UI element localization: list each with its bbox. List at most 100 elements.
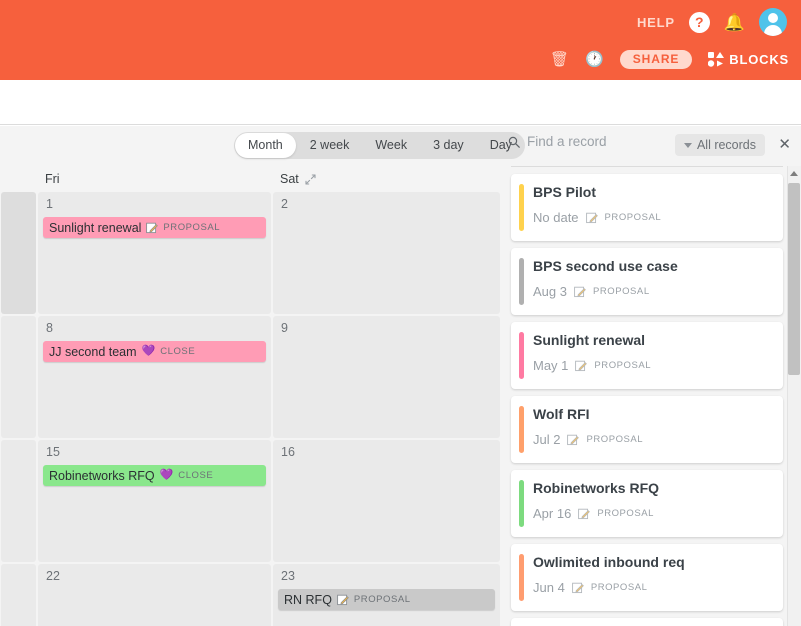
record-card[interactable]: Owlimited inbound req Jun 4 PROPOSAL xyxy=(511,544,783,611)
event-title: JJ second team xyxy=(49,344,137,359)
header-actions-secondary: 🗑 🕐 SHARE BLOCKS xyxy=(550,50,789,69)
record-meta: Aug 3 PROPOSAL xyxy=(533,284,650,299)
record-card[interactable] xyxy=(511,618,783,626)
record-card[interactable]: BPS Pilot No date PROPOSAL xyxy=(511,174,783,241)
expand-arrows-icon[interactable] xyxy=(305,173,316,185)
record-color-bar xyxy=(519,480,524,527)
header-actions-primary: HELP ? 🔔 xyxy=(637,8,787,36)
scroll-up-arrow-icon[interactable] xyxy=(790,171,798,176)
search-icon xyxy=(508,136,520,148)
calendar-day-cell[interactable] xyxy=(1,440,36,562)
heart-icon: 💜 xyxy=(141,345,156,357)
day-number: 16 xyxy=(281,445,295,459)
view-option-2week[interactable]: 2 week xyxy=(297,132,363,159)
record-type: PROPOSAL xyxy=(604,212,662,223)
record-date: No date xyxy=(533,210,579,225)
calendar-day-cell[interactable]: 9 xyxy=(273,316,500,438)
calendar-col-header-sat: Sat xyxy=(272,166,501,192)
record-card[interactable]: Sunlight renewal May 1 PROPOSAL xyxy=(511,322,783,389)
record-type: PROPOSAL xyxy=(590,582,648,593)
calendar-week-row: 8 JJ second team 💜 CLOSE 9 xyxy=(0,316,501,440)
calendar-col-header-fri: Fri xyxy=(37,166,272,192)
calendar-day-cell[interactable]: 22 xyxy=(38,564,271,626)
app-root: HELP ? 🔔 🗑 🕐 SHARE BLOCKS Month 2 week W… xyxy=(0,0,801,626)
calendar-event[interactable]: Sunlight renewal PROPOSAL xyxy=(43,217,266,238)
calendar-event[interactable]: JJ second team 💜 CLOSE xyxy=(43,341,266,362)
calendar-day-cell[interactable] xyxy=(1,192,36,314)
record-title: BPS Pilot xyxy=(533,184,597,200)
trash-icon[interactable]: 🗑 xyxy=(550,52,569,67)
view-mode-switch[interactable]: Month 2 week Week 3 day Day xyxy=(234,132,525,159)
search-input[interactable] xyxy=(527,134,697,149)
blocks-grid-icon xyxy=(708,52,725,67)
day-number: 1 xyxy=(46,197,53,211)
view-option-3day[interactable]: 3 day xyxy=(420,132,477,159)
calendar-event[interactable]: RN RFQ PROPOSAL xyxy=(278,589,495,610)
day-number: 2 xyxy=(281,197,288,211)
record-color-bar xyxy=(519,184,524,231)
notification-bell-icon[interactable]: 🔔 xyxy=(724,14,745,31)
history-clock-icon[interactable]: 🕐 xyxy=(585,52,604,67)
calendar-week-row: 22 23 RN RFQ PROPOSAL xyxy=(0,564,501,626)
calendar-day-cell[interactable]: 23 RN RFQ PROPOSAL xyxy=(273,564,500,626)
app-header: HELP ? 🔔 🗑 🕐 SHARE BLOCKS xyxy=(0,0,801,80)
record-filter-dropdown[interactable]: All records xyxy=(674,134,765,156)
record-date: Apr 16 xyxy=(533,506,572,521)
event-title: RN RFQ xyxy=(284,592,332,607)
note-icon xyxy=(585,212,598,223)
record-date: May 1 xyxy=(533,358,569,373)
event-title: Sunlight renewal xyxy=(49,220,142,235)
record-card[interactable]: Wolf RFI Jul 2 PROPOSAL xyxy=(511,396,783,463)
record-color-bar xyxy=(519,332,524,379)
calendar-day-cell[interactable]: 2 xyxy=(273,192,500,314)
calendar-header-row: Fri Sat xyxy=(0,166,501,192)
chevron-down-icon xyxy=(683,142,692,148)
question-mark-circle-icon[interactable]: ? xyxy=(688,11,710,33)
record-title: Sunlight renewal xyxy=(533,332,646,348)
record-meta: Apr 16 PROPOSAL xyxy=(533,506,654,521)
record-type: PROPOSAL xyxy=(594,360,652,371)
scrollbar-thumb[interactable] xyxy=(788,183,800,375)
record-date: Aug 3 xyxy=(533,284,567,299)
event-title: Robinetworks RFQ xyxy=(49,468,155,483)
note-icon xyxy=(574,286,586,297)
calendar-day-cell[interactable] xyxy=(1,564,36,626)
blocks-label: BLOCKS xyxy=(729,52,789,67)
note-icon xyxy=(578,508,591,519)
share-button[interactable]: SHARE xyxy=(619,50,693,69)
calendar-week-row: 1 Sunlight renewal PROPOSAL 2 xyxy=(0,192,501,316)
calendar-event[interactable]: Robinetworks RFQ 💜 CLOSE xyxy=(43,465,266,486)
calendar-col-label-fri: Fri xyxy=(45,172,60,186)
day-number: 22 xyxy=(46,569,60,583)
help-label[interactable]: HELP xyxy=(637,15,675,30)
calendar-day-cell[interactable]: 15 Robinetworks RFQ 💜 CLOSE xyxy=(38,440,271,562)
heart-icon: 💜 xyxy=(159,469,174,481)
calendar-day-cell[interactable]: 1 Sunlight renewal PROPOSAL xyxy=(38,192,271,314)
calendar-day-cell[interactable]: 8 JJ second team 💜 CLOSE xyxy=(38,316,271,438)
record-color-bar xyxy=(519,406,524,453)
record-list-panel: BPS Pilot No date PROPOSAL BPS second us… xyxy=(501,166,801,626)
note-icon xyxy=(575,360,588,371)
calendar-day-cell[interactable]: 16 xyxy=(273,440,500,562)
note-icon xyxy=(567,434,580,445)
blocks-button[interactable]: BLOCKS xyxy=(708,52,789,67)
day-number: 8 xyxy=(46,321,53,335)
record-type: PROPOSAL xyxy=(592,286,650,297)
calendar-grid: Fri Sat 1 Sunlight renewal PROPOSAL 2 8 … xyxy=(0,166,501,626)
event-type: PROPOSAL xyxy=(353,594,411,605)
record-card[interactable]: Robinetworks RFQ Apr 16 PROPOSAL xyxy=(511,470,783,537)
record-color-bar xyxy=(519,554,524,601)
record-filter-label: All records xyxy=(696,138,756,152)
record-date: Jun 4 xyxy=(533,580,565,595)
record-card[interactable]: BPS second use case Aug 3 PROPOSAL xyxy=(511,248,783,315)
view-option-week[interactable]: Week xyxy=(362,132,420,159)
note-icon xyxy=(146,222,159,233)
record-list-scrollbar[interactable] xyxy=(787,166,801,626)
note-icon xyxy=(571,582,584,593)
close-icon[interactable]: ✕ xyxy=(778,134,791,156)
calendar-day-cell[interactable] xyxy=(1,316,36,438)
record-title: BPS second use case xyxy=(533,258,678,274)
view-option-month[interactable]: Month xyxy=(235,133,296,158)
record-meta: No date PROPOSAL xyxy=(533,210,661,225)
user-avatar[interactable] xyxy=(759,8,787,36)
